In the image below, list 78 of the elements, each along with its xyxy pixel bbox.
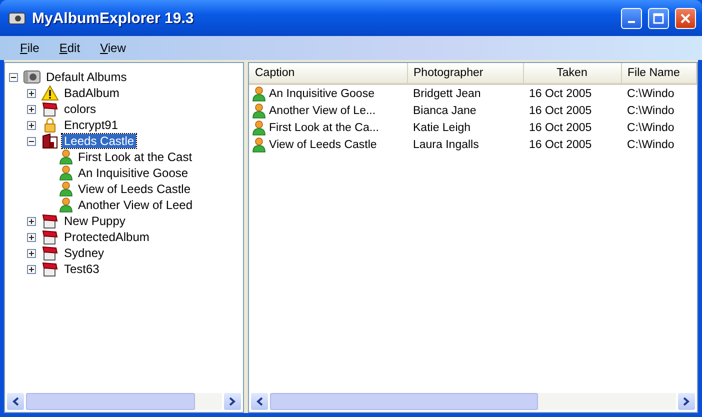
table-cell-text: Bianca Jane xyxy=(412,104,478,118)
tree-item[interactable]: colors xyxy=(62,102,98,116)
expand-icon[interactable] xyxy=(27,248,36,258)
tree-item[interactable]: Default Albums xyxy=(44,70,129,84)
open-book-icon xyxy=(41,133,59,149)
menu-item[interactable]: View xyxy=(92,39,134,57)
collapse-icon[interactable] xyxy=(27,136,36,146)
table-cell: Another View of Le... xyxy=(269,104,376,116)
tree-item[interactable]: ProtectedAlbum xyxy=(62,230,152,244)
table-cell-text: Katie Leigh xyxy=(412,120,472,136)
tree-item[interactable]: An Inquisitive Goose xyxy=(76,166,190,180)
expand-icon[interactable] xyxy=(27,104,36,114)
close-icon xyxy=(680,12,691,24)
expand-icon[interactable] xyxy=(27,216,36,226)
column-header[interactable]: File Name xyxy=(621,63,696,84)
column-header[interactable]: Photographer xyxy=(407,63,523,84)
person-icon xyxy=(252,120,266,136)
tree-item[interactable]: First Look at the Cast xyxy=(76,150,194,164)
maximize-icon xyxy=(653,12,664,24)
menu-item[interactable]: Edit xyxy=(51,39,88,57)
table-cell-text: C:\Windo xyxy=(626,120,676,136)
person-icon xyxy=(59,149,73,165)
table-cell: An Inquisitive Goose xyxy=(269,88,374,100)
scroll-right-button[interactable] xyxy=(678,392,695,410)
scrollbar-thumb[interactable] xyxy=(270,392,538,410)
window-title: MyAlbumExplorer 19.3 xyxy=(32,10,195,26)
table-cell-text: C:\Windo xyxy=(626,104,676,118)
scroll-right-button[interactable] xyxy=(224,392,241,410)
book-icon xyxy=(41,261,59,277)
column-header[interactable]: Caption xyxy=(249,63,407,84)
expand-icon[interactable] xyxy=(27,232,36,242)
book-icon xyxy=(41,213,59,229)
collapse-icon[interactable] xyxy=(9,72,18,82)
tree-item[interactable]: View of Leeds Castle xyxy=(76,182,193,196)
tree-item[interactable]: Test63 xyxy=(62,262,102,276)
expand-icon[interactable] xyxy=(27,88,36,98)
close-button[interactable] xyxy=(675,8,696,28)
tree-item[interactable]: Another View of Leed xyxy=(76,198,195,212)
table-cell: C:\Windo xyxy=(621,84,696,102)
camera-icon xyxy=(8,11,26,25)
table-cell-text: 16 Oct 2005 xyxy=(528,120,593,136)
table-cell-text: C:\Windo xyxy=(626,138,676,152)
column-header[interactable]: Taken xyxy=(523,63,621,84)
scroll-left-button[interactable] xyxy=(251,392,268,410)
person-icon xyxy=(59,197,73,213)
minimize-icon xyxy=(628,21,635,23)
tree-item[interactable]: New Puppy xyxy=(62,214,128,228)
person-icon xyxy=(59,181,73,197)
table-cell-text: Laura Ingalls xyxy=(412,138,480,152)
expand-icon[interactable] xyxy=(27,120,36,130)
table-cell: View of Leeds Castle xyxy=(269,138,377,150)
tree-item[interactable]: Sydney xyxy=(62,246,106,260)
table-cell: 16 Oct 2005 xyxy=(523,84,621,102)
album-icon xyxy=(23,69,41,85)
table-cell-text: 16 Oct 2005 xyxy=(528,104,593,118)
chevron-right-icon xyxy=(683,396,690,406)
table-cell: First Look at the Ca... xyxy=(269,122,379,134)
expand-icon[interactable] xyxy=(27,264,36,274)
chevron-right-icon xyxy=(229,396,236,406)
book-icon xyxy=(41,229,59,245)
maximize-button[interactable] xyxy=(648,8,669,28)
menu-item[interactable]: File xyxy=(12,39,48,57)
book-icon xyxy=(41,245,59,261)
tree-item[interactable]: BadAlbum xyxy=(62,86,122,100)
chevron-left-icon xyxy=(12,396,19,406)
book-icon xyxy=(41,101,59,117)
tree-item[interactable]: Leeds Castle xyxy=(62,134,136,148)
chevron-left-icon xyxy=(256,396,263,406)
tree-item[interactable]: Encrypt91 xyxy=(62,118,120,132)
table-cell: Bridgett Jean xyxy=(407,84,523,102)
person-icon xyxy=(59,165,73,181)
person-icon xyxy=(252,136,266,152)
scroll-left-button[interactable] xyxy=(7,392,24,410)
minimize-button[interactable] xyxy=(621,8,642,28)
person-icon xyxy=(252,86,266,102)
warning-icon xyxy=(41,85,59,101)
table-cell-text: 16 Oct 2005 xyxy=(528,138,593,152)
person-icon xyxy=(252,102,266,118)
